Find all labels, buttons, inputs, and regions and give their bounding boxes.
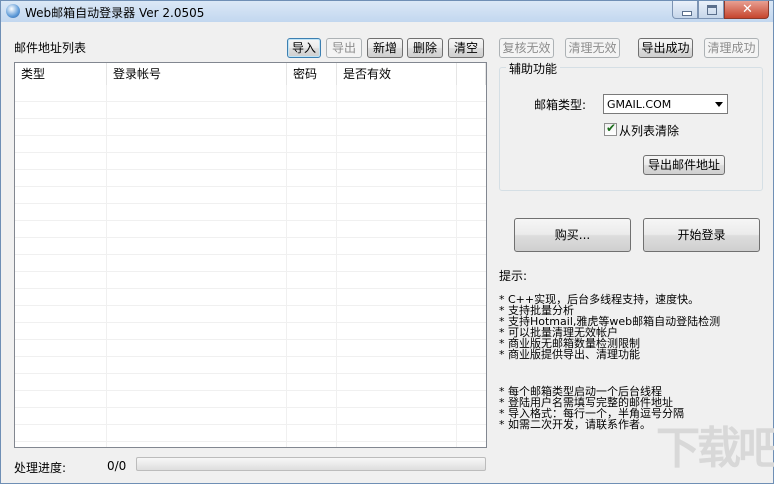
remove-from-list-label[interactable]: 从列表清除 xyxy=(619,122,679,139)
column-valid[interactable]: 是否有效 xyxy=(337,63,457,85)
column-filler xyxy=(457,63,486,85)
close-button[interactable]: ✕ xyxy=(724,1,769,19)
start-login-button[interactable]: 开始登录 xyxy=(643,218,760,252)
progress-label: 处理进度: xyxy=(14,461,67,475)
table-header: 类型 登录帐号 密码 是否有效 xyxy=(15,63,486,86)
export-success-button[interactable]: 导出成功 xyxy=(638,38,693,58)
mailbox-type-label: 邮箱类型: xyxy=(534,98,587,112)
recheck-invalid-button[interactable]: 复核无效 xyxy=(499,38,554,58)
export-addresses-button[interactable]: 导出邮件地址 xyxy=(643,155,725,175)
list-title: 邮件地址列表 xyxy=(14,41,87,55)
title-bar: Web邮箱自动登录器 Ver 2.0505 ✕ xyxy=(1,1,773,22)
checkmark-icon: ✔ xyxy=(606,121,617,135)
maximize-button[interactable] xyxy=(698,1,724,19)
clean-invalid-button[interactable]: 清理无效 xyxy=(565,38,620,58)
clear-button[interactable]: 清空 xyxy=(448,38,484,58)
window-title: Web邮箱自动登录器 Ver 2.0505 xyxy=(25,6,205,20)
mailbox-type-select[interactable]: GMAIL.COM xyxy=(603,94,728,114)
grid-line xyxy=(456,85,457,447)
clean-success-button[interactable]: 清理成功 xyxy=(704,38,759,58)
delete-button[interactable]: 删除 xyxy=(407,38,443,58)
close-icon: ✕ xyxy=(742,2,753,17)
email-list-table[interactable]: 类型 登录帐号 密码 是否有效 xyxy=(14,62,487,448)
column-password[interactable]: 密码 xyxy=(287,63,337,85)
watermark-logo: 下载吧 xyxy=(656,423,774,474)
aux-group-title: 辅助功能 xyxy=(506,60,561,77)
remove-from-list-checkbox[interactable]: ✔ xyxy=(604,121,617,136)
chevron-down-icon[interactable] xyxy=(715,102,723,107)
tip-line: * 商业版提供导出、清理功能 xyxy=(499,348,640,361)
grid-line xyxy=(106,85,107,447)
progress-count: 0/0 xyxy=(107,459,127,473)
progress-bar xyxy=(136,457,486,471)
buy-button[interactable]: 购买... xyxy=(514,218,631,252)
minimize-icon xyxy=(682,11,692,16)
export-button[interactable]: 导出 xyxy=(326,38,362,58)
import-button[interactable]: 导入 xyxy=(287,38,321,58)
table-body xyxy=(15,85,486,447)
column-type[interactable]: 类型 xyxy=(15,63,107,85)
grid-line xyxy=(336,85,337,447)
mailbox-type-value: GMAIL.COM xyxy=(607,98,672,111)
minimize-button[interactable] xyxy=(672,1,698,19)
main-window: Web邮箱自动登录器 Ver 2.0505 ✕ 邮件地址列表 导入 导出 新增 … xyxy=(0,0,774,484)
tips-title: 提示: xyxy=(499,269,528,283)
app-icon xyxy=(6,4,20,18)
add-button[interactable]: 新增 xyxy=(367,38,403,58)
column-account[interactable]: 登录帐号 xyxy=(107,63,287,85)
maximize-icon xyxy=(707,5,717,15)
tips-group-1: * C++实现，后台多线程支持，速度快。 * 支持批量分析 * 支持Hotmai… xyxy=(499,294,720,360)
grid-line xyxy=(286,85,287,447)
